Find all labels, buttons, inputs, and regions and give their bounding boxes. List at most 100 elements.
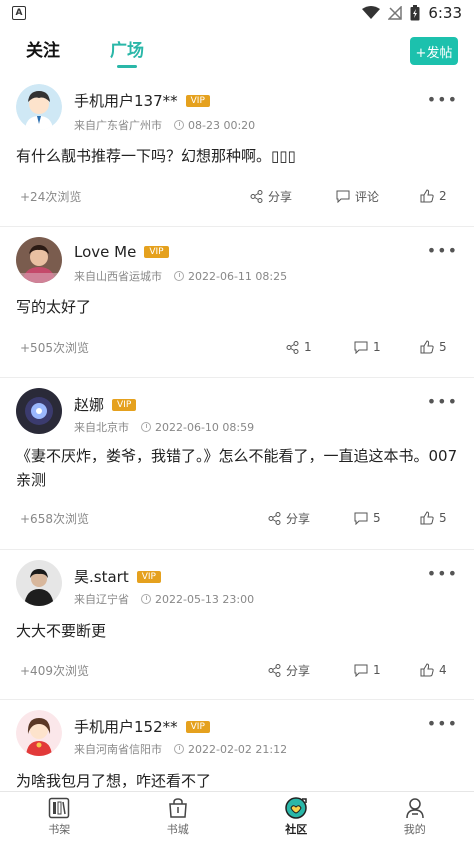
thumbs-up-icon xyxy=(420,511,434,525)
comment-button[interactable]: 1 xyxy=(354,663,381,677)
nav-label: 社区 xyxy=(285,823,308,836)
post-card[interactable]: Love Me VIP 来自山西省运城市 2022-06-11 08:25 ••… xyxy=(0,227,474,378)
active-tab-indicator xyxy=(117,65,137,68)
tab-square[interactable]: 广场 xyxy=(110,36,144,61)
username[interactable]: 手机用户152** xyxy=(74,716,178,737)
nav-community[interactable]: 社区 xyxy=(237,792,356,842)
post-content[interactable]: 《妻不厌炸，娄爷，我错了。》怎么不能看了，一直追这本书。007亲测 xyxy=(16,444,458,492)
post-time: 2022-02-02 21:12 xyxy=(188,742,288,756)
view-count: +409次浏览 xyxy=(20,663,89,678)
clock-icon xyxy=(174,120,184,130)
nav-profile[interactable]: 我的 xyxy=(356,792,474,842)
clock-icon xyxy=(141,422,151,432)
new-post-button[interactable]: +发帖 xyxy=(410,37,458,65)
share-count: 1 xyxy=(304,340,312,354)
comment-icon xyxy=(354,341,368,354)
nav-label: 我的 xyxy=(403,823,426,836)
post-card[interactable]: 赵娜 VIP 来自北京市 2022-06-10 08:59 ••• 《妻不厌炸，… xyxy=(0,378,474,550)
clock-icon xyxy=(141,594,151,604)
comment-count: 1 xyxy=(373,663,381,677)
post-card[interactable]: 手机用户137** VIP 来自广东省广州市 08-23 00:20 ••• 有… xyxy=(0,76,474,227)
vip-badge: VIP xyxy=(144,246,169,258)
more-options-icon[interactable]: ••• xyxy=(427,90,458,109)
share-icon xyxy=(268,511,281,525)
more-options-icon[interactable]: ••• xyxy=(427,241,458,260)
share-button[interactable]: 1 xyxy=(286,340,312,354)
community-icon xyxy=(285,797,307,819)
like-button[interactable]: 5 xyxy=(420,340,447,354)
share-icon xyxy=(268,663,281,677)
post-feed[interactable]: 手机用户137** VIP 来自广东省广州市 08-23 00:20 ••• 有… xyxy=(0,76,474,791)
thumbs-up-icon xyxy=(420,340,434,354)
comment-icon xyxy=(354,512,368,525)
status-bar: A 6:33 xyxy=(0,0,474,26)
post-card[interactable]: 昊.start VIP 来自辽宁省 2022-05-13 23:00 ••• 大… xyxy=(0,550,474,700)
like-button[interactable]: 4 xyxy=(420,663,447,677)
more-options-icon[interactable]: ••• xyxy=(427,392,458,411)
tab-follow[interactable]: 关注 xyxy=(26,36,60,61)
post-time: 2022-05-13 23:00 xyxy=(155,592,255,606)
post-content[interactable]: 大大不要断更 xyxy=(16,619,458,643)
avatar[interactable] xyxy=(16,560,62,606)
vip-badge: VIP xyxy=(112,398,137,411)
vip-badge: VIP xyxy=(136,570,161,583)
username[interactable]: 赵娜 xyxy=(74,394,104,415)
avatar[interactable] xyxy=(16,237,62,283)
share-button[interactable]: 分享 xyxy=(268,510,310,527)
username[interactable]: 手机用户137** xyxy=(74,90,178,111)
avatar[interactable] xyxy=(16,710,62,756)
view-count: +658次浏览 xyxy=(20,511,89,526)
like-count: 4 xyxy=(439,663,447,677)
nav-bookshelf[interactable]: 书架 xyxy=(0,792,119,842)
comment-label: 评论 xyxy=(355,189,380,204)
nav-label: 书架 xyxy=(48,823,71,836)
share-icon xyxy=(286,340,299,354)
view-count: +24次浏览 xyxy=(20,189,82,204)
wifi-icon xyxy=(362,6,381,19)
post-card[interactable]: 手机用户152** VIP 来自河南省信阳市 2022-02-02 21:12 … xyxy=(0,700,474,791)
battery-icon xyxy=(410,5,420,21)
more-options-icon[interactable]: ••• xyxy=(427,564,458,583)
like-button[interactable]: 5 xyxy=(420,511,447,525)
share-button[interactable]: 分享 xyxy=(250,188,292,205)
nav-label: 书城 xyxy=(166,823,189,836)
clock-icon xyxy=(174,271,184,281)
clock-time: 6:33 xyxy=(428,4,462,22)
view-count: +505次浏览 xyxy=(20,340,89,355)
more-options-icon[interactable]: ••• xyxy=(427,714,458,733)
post-content[interactable]: 有什么靓书推荐一下吗？幻想那种啊。▯▯▯ xyxy=(16,144,458,168)
vip-badge: VIP xyxy=(185,720,210,733)
post-content[interactable]: 写的太好了 xyxy=(16,295,458,319)
post-time: 2022-06-10 08:59 xyxy=(155,420,255,434)
username[interactable]: Love Me xyxy=(74,243,136,261)
like-count: 5 xyxy=(439,511,447,525)
nav-bookstore[interactable]: 书城 xyxy=(119,792,238,842)
comment-button[interactable]: 评论 xyxy=(336,188,379,205)
bottom-navigation: 书架 书城 社区 我的 xyxy=(0,791,474,842)
post-location: 来自河南省信阳市 xyxy=(74,743,162,756)
profile-icon xyxy=(406,798,424,819)
comment-button[interactable]: 5 xyxy=(354,511,381,525)
post-content[interactable]: 为啥我包月了想，咋还看不了 xyxy=(16,769,458,791)
comment-count: 1 xyxy=(373,340,381,354)
post-location: 来自广东省广州市 xyxy=(74,119,162,132)
no-signal-icon xyxy=(388,6,403,20)
comment-icon xyxy=(354,664,368,677)
like-count: 5 xyxy=(439,340,447,354)
share-icon xyxy=(250,189,263,203)
clock-icon xyxy=(174,744,184,754)
username[interactable]: 昊.start xyxy=(74,566,129,587)
share-label: 分享 xyxy=(286,663,311,678)
top-tab-bar: 关注 广场 +发帖 xyxy=(0,28,474,72)
share-label: 分享 xyxy=(268,189,293,204)
like-count: 2 xyxy=(439,189,447,203)
avatar[interactable] xyxy=(16,388,62,434)
vip-badge: VIP xyxy=(185,94,210,107)
comment-button[interactable]: 1 xyxy=(354,340,381,354)
avatar[interactable] xyxy=(16,84,62,130)
comment-count: 5 xyxy=(373,511,381,525)
bookshelf-icon xyxy=(49,797,70,819)
bookstore-icon xyxy=(168,798,187,818)
like-button[interactable]: 2 xyxy=(420,189,447,203)
share-button[interactable]: 分享 xyxy=(268,662,310,679)
